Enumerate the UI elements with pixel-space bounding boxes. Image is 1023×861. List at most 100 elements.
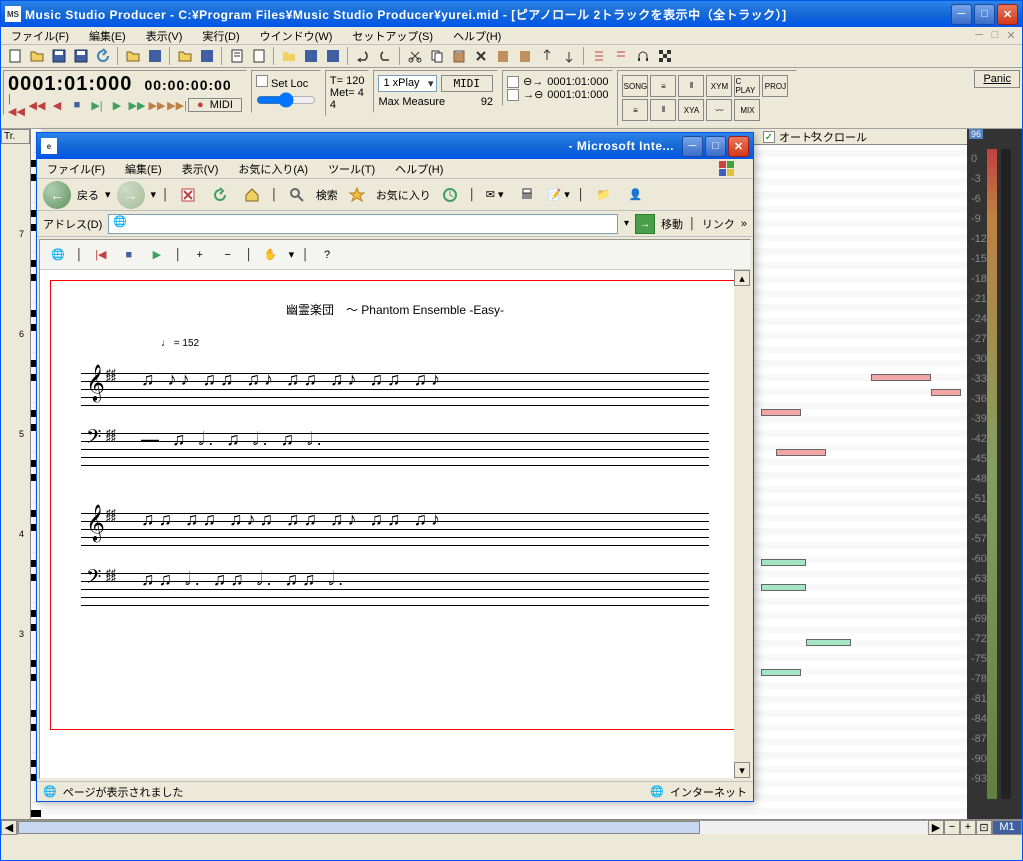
xya-view-button[interactable]: XYA [678,99,704,121]
ie-forward-button[interactable]: → [117,181,145,209]
m1-button[interactable]: M1 [992,820,1022,835]
next-button[interactable]: ▶▶ [128,98,146,112]
piano-view-button[interactable]: ≡ [650,75,676,97]
event-view-button[interactable]: ⫴ [650,99,676,121]
undo-icon[interactable] [353,47,373,65]
score-zoomin-button[interactable]: + [190,245,210,265]
song-view-button[interactable]: SONG [622,75,648,97]
note[interactable] [761,409,801,416]
ie-scroll-down-button[interactable]: ▾ [734,762,750,778]
ie-minimize-button[interactable]: ─ [682,136,703,157]
minimize-button[interactable]: ─ [951,4,972,25]
score-stop-button[interactable]: ■ [119,245,139,265]
ie-menu-edit[interactable]: 編集(E) [119,160,168,178]
menu-file[interactable]: ファイル(F) [5,27,75,45]
menu-run[interactable]: 実行(D) [196,27,245,45]
ie-favorites-button[interactable] [344,182,370,208]
ie-menu-tools[interactable]: ツール(T) [322,160,381,178]
save-icon[interactable] [49,47,69,65]
panic-button[interactable]: Panic [974,70,1020,88]
save-blue-icon[interactable] [145,47,165,65]
score-play-button[interactable]: ▶ [147,245,167,265]
cut-icon[interactable] [405,47,425,65]
record-button[interactable]: ● MIDI [188,98,242,112]
cplay-view-button[interactable]: C PLAY [734,75,760,97]
note[interactable] [871,374,931,381]
save4-icon[interactable] [323,47,343,65]
score-globe-button[interactable]: 🌐 [48,245,68,265]
play-mode-dropdown[interactable]: 1 xPlay [378,75,436,92]
menu-edit[interactable]: 編集(E) [83,27,132,45]
scroll-track[interactable] [17,820,928,835]
save2-icon[interactable] [197,47,217,65]
rewind-start-button[interactable]: |◀◀ [8,98,26,112]
ie-go-button[interactable]: → [635,214,655,234]
xym-view-button[interactable]: XYM [706,75,732,97]
setloc-checkbox[interactable]: Set Loc [256,75,316,90]
scroll-right-button[interactable]: ▶ [928,820,944,835]
note[interactable] [761,584,806,591]
ie-menu-view[interactable]: 表示(V) [176,160,225,178]
ie-folder-button[interactable]: 📁 [591,182,617,208]
play-pause-button[interactable]: ▶| [88,98,106,112]
ie-edit-button[interactable]: 📝 ▾ [546,182,572,208]
delete-icon[interactable] [471,47,491,65]
autoscroll-checkbox[interactable]: ✓ [763,131,775,143]
note[interactable] [776,449,826,456]
midi-button[interactable]: MIDI [441,75,494,92]
ie-vertical-scrollbar[interactable]: ▴ ▾ [734,270,750,778]
mdi-restore[interactable]: □ [988,29,1002,43]
ie-menu-file[interactable]: ファイル(F) [41,160,111,178]
ie-maximize-button[interactable]: □ [705,136,726,157]
document2-icon[interactable] [249,47,269,65]
new-file-icon[interactable] [5,47,25,65]
menu-setup[interactable]: セットアップ(S) [346,27,439,45]
folder2-icon[interactable] [175,47,195,65]
fwd-button[interactable]: ▶▶ [148,98,166,112]
list2-icon[interactable] [611,47,631,65]
ie-links-label[interactable]: リンク [702,216,735,232]
open-folder-icon[interactable] [27,47,47,65]
note[interactable] [761,559,806,566]
score-area[interactable]: 幽霊楽団 ～ Phantom Ensemble -Easy- ♩ = 152 𝄞… [50,280,740,730]
prev-button[interactable]: ◀ [48,98,66,112]
score-hand-button[interactable]: ✋ [261,245,281,265]
menu-view[interactable]: 表示(V) [140,27,189,45]
folder3-icon[interactable] [279,47,299,65]
fwd-end-button[interactable]: ▶▶| [168,98,186,112]
ie-close-button[interactable]: ✕ [728,136,749,157]
ie-print-button[interactable] [514,182,540,208]
paste2-icon[interactable] [493,47,513,65]
loop-out-checkbox[interactable] [507,76,519,88]
ie-stop-button[interactable] [175,182,201,208]
maximize-button[interactable]: □ [974,4,995,25]
note[interactable] [761,669,801,676]
redo-icon[interactable] [375,47,395,65]
refresh-icon[interactable] [93,47,113,65]
score-help-button[interactable]: ? [317,245,337,265]
mix-view-button[interactable]: MIX [734,99,760,121]
ie-menu-help[interactable]: ヘルプ(H) [389,160,449,178]
loop-in-checkbox[interactable] [507,89,519,101]
scroll-left-button[interactable]: ◀ [1,820,17,835]
play-button[interactable]: ▶ [108,98,126,112]
save3-icon[interactable] [301,47,321,65]
score-prev-button[interactable]: |◀ [91,245,111,265]
ie-search-button[interactable] [284,182,310,208]
scroll-thumb[interactable] [18,821,700,834]
wave-view-button[interactable]: 〰 [706,99,732,121]
folder-yellow-icon[interactable] [123,47,143,65]
stop-button[interactable]: ■ [68,98,86,112]
zoom-in-button[interactable]: + [960,820,976,835]
copy-icon[interactable] [427,47,447,65]
checker-icon[interactable] [655,47,675,65]
ie-address-input[interactable]: 🌐 [108,214,618,234]
document-icon[interactable] [227,47,247,65]
score-zoomout-button[interactable]: − [218,245,238,265]
zoom-out-button[interactable]: − [944,820,960,835]
score-view-button[interactable]: ≡ [622,99,648,121]
ie-menu-favorites[interactable]: お気に入り(A) [232,160,314,178]
rewind-button[interactable]: ◀◀ [28,98,46,112]
save-as-icon[interactable] [71,47,91,65]
ie-mail-button[interactable]: ✉ ▾ [482,182,508,208]
